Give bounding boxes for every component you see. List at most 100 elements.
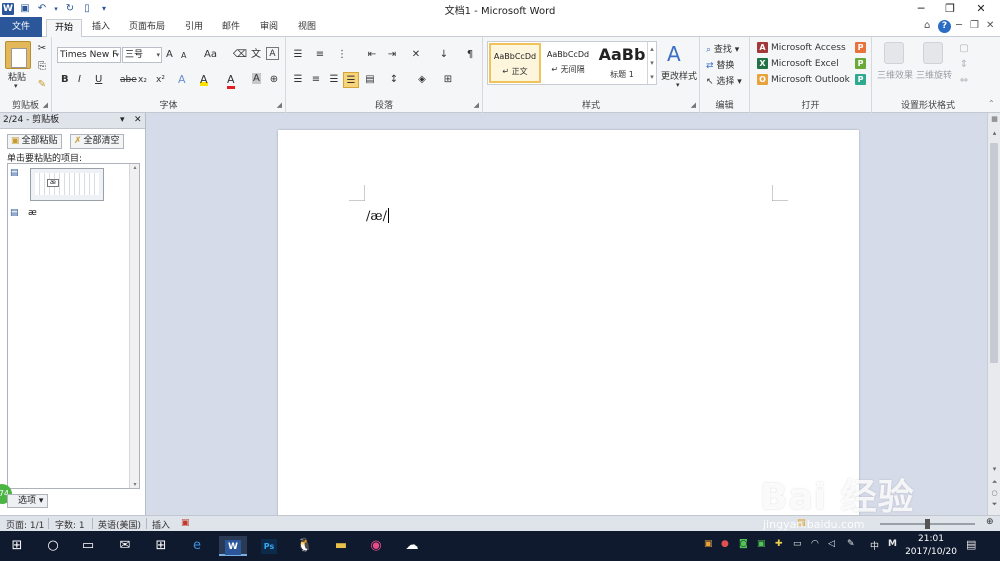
zoom-slider-knob[interactable] [925, 519, 930, 529]
ribbon-close-icon[interactable]: ✕ [986, 20, 994, 31]
tab-review[interactable]: 审阅 [252, 19, 286, 37]
tab-insert[interactable]: 插入 [84, 19, 118, 37]
insert-mode[interactable]: 插入 [152, 518, 170, 531]
justify-icon[interactable]: ☰ [343, 72, 359, 88]
shading-icon[interactable]: ◈ [414, 72, 430, 88]
pane-close-icon[interactable]: ✕ [134, 113, 142, 128]
paste-dropdown-icon[interactable]: ▾ [14, 82, 18, 90]
cloud-app-icon[interactable]: ☁ [401, 536, 423, 556]
bold-button[interactable]: B [61, 74, 69, 85]
find-button[interactable]: ⌕ 查找 ▾ [706, 42, 739, 55]
network-icon[interactable]: ◠ [811, 539, 819, 549]
minimize-button[interactable]: ─ [906, 0, 936, 17]
ribbon-minimize-icon[interactable]: ─ [956, 20, 962, 31]
start-icon[interactable]: ⊞ [6, 536, 28, 556]
document-page[interactable]: /æ/ [278, 130, 859, 520]
battery-icon[interactable]: ▭ [793, 539, 802, 549]
align-left-icon[interactable]: ☰ [290, 72, 306, 88]
edge-icon[interactable]: e [186, 536, 208, 556]
restore-button[interactable]: ❐ [935, 0, 965, 17]
align-center-icon[interactable]: ≡ [308, 72, 324, 88]
next-page-icon[interactable]: ⏷ [988, 500, 1000, 509]
ruler-toggle-icon[interactable]: ▦ [988, 115, 1000, 123]
tray-app-icon[interactable]: ✚ [775, 539, 783, 549]
ribbon-restore-icon[interactable]: ❐ [970, 20, 979, 31]
open-outlook-link[interactable]: O Microsoft Outlook [757, 74, 850, 85]
scroll-up-icon[interactable]: ▴ [988, 129, 1000, 137]
bullets-icon[interactable]: ☰ [290, 47, 306, 63]
3d-rotation-button[interactable]: 三维旋转 [916, 68, 952, 81]
tray-app-icon[interactable]: ▣ [757, 539, 766, 549]
tray-app-icon[interactable]: ● [721, 539, 729, 549]
text-effects-button[interactable]: A [178, 73, 186, 86]
decrease-indent-icon[interactable]: ⇤ [364, 47, 380, 63]
shrink-font-button[interactable]: A [181, 51, 186, 60]
underline-button[interactable]: U [95, 74, 102, 85]
tilt-up-icon[interactable]: ⇕ [956, 57, 972, 73]
qq-icon[interactable]: 🐧 [294, 536, 316, 556]
cut-icon[interactable]: ✂ [34, 41, 50, 57]
char-border-icon[interactable]: A [266, 47, 279, 60]
language-indicator[interactable]: 英语(美国) [98, 518, 141, 531]
word-count[interactable]: 字数: 1 [55, 518, 85, 531]
word-taskbar-icon[interactable]: W [219, 536, 247, 556]
font-color-button[interactable]: A [227, 73, 235, 89]
clear-all-button[interactable]: ✗ 全部清空 [70, 134, 124, 149]
zoom-in-icon[interactable]: ⊕ [986, 517, 994, 527]
style-normal[interactable]: AaBbCcDd ↵ 正文 [489, 43, 541, 83]
pane-options-chevron-icon[interactable]: ▾ [120, 113, 125, 128]
change-case-button[interactable]: Aa [204, 49, 217, 60]
font-name-select[interactable]: Times New F ▾ [57, 47, 121, 63]
scroll-thumb[interactable] [990, 143, 998, 363]
tab-home[interactable]: 开始 [46, 19, 83, 37]
volume-icon[interactable]: ◁ [828, 539, 835, 549]
paragraph-launcher-icon[interactable]: ◢ [474, 101, 479, 109]
open-excel-link[interactable]: X Microsoft Excel [757, 58, 839, 69]
document-body-text[interactable]: /æ/ [366, 208, 389, 224]
clipboard-launcher-icon[interactable]: ◢ [43, 101, 48, 109]
scroll-up-icon[interactable]: ▴ [130, 164, 140, 171]
grow-font-button[interactable]: A [166, 49, 173, 60]
clipboard-item-image[interactable]: æ [30, 168, 104, 201]
replace-button[interactable]: ⇄ 替换 [706, 58, 734, 71]
char-shading-button[interactable]: A [252, 73, 261, 84]
tilt-icon[interactable]: ▢ [956, 41, 972, 57]
system-clock[interactable]: 21:01 2017/10/20 [905, 533, 957, 559]
select-button[interactable]: ↖ 选择 ▾ [706, 74, 742, 87]
pane-options-button[interactable]: 选项 ▾ [7, 494, 49, 508]
tag-p-icon[interactable]: P [855, 42, 866, 53]
distributed-icon[interactable]: ▤ [362, 72, 378, 88]
enclose-char-icon[interactable]: ⊕ [266, 72, 282, 88]
paste-icon[interactable] [5, 41, 31, 69]
multilevel-list-icon[interactable]: ⋮ [334, 47, 350, 63]
subscript-button[interactable]: x₂ [138, 75, 147, 85]
collapse-ribbon-icon[interactable]: ⌂ [924, 20, 930, 31]
close-button[interactable]: ✕ [966, 0, 996, 17]
numbering-icon[interactable]: ≡ [312, 47, 328, 63]
wechat-icon[interactable]: ◙ [739, 539, 748, 549]
format-painter-icon[interactable]: ✎ [34, 77, 50, 93]
italic-button[interactable]: I [78, 74, 81, 85]
chrome-like-icon[interactable]: ◉ [365, 536, 387, 556]
tab-references[interactable]: 引用 [177, 19, 211, 37]
notifications-icon[interactable]: ▤ [966, 538, 976, 551]
clear-format-icon[interactable]: ⌫ [232, 47, 248, 63]
file-explorer-icon[interactable]: ▬ [330, 536, 352, 556]
superscript-button[interactable]: x² [156, 75, 165, 85]
styles-scroll[interactable]: ▴ ▾ ▾ [647, 42, 656, 84]
tab-file[interactable]: 文件 [0, 17, 42, 37]
store-icon[interactable]: ⊞ [150, 536, 172, 556]
browse-object-icon[interactable]: ○ [988, 489, 1000, 497]
borders-icon[interactable]: ⊞ [440, 72, 456, 88]
align-right-icon[interactable]: ☰ [326, 72, 342, 88]
mail-icon[interactable]: ✉ [114, 536, 136, 556]
tab-view[interactable]: 视图 [290, 19, 324, 37]
clipboard-item-text[interactable]: æ [28, 208, 37, 218]
clipboard-list-scrollbar[interactable]: ▴ ▾ [129, 164, 139, 488]
tray-app-icon[interactable]: ▣ [704, 539, 713, 549]
page-count[interactable]: 页面: 1/1 [6, 518, 44, 531]
scroll-down-icon[interactable]: ▾ [988, 465, 1000, 473]
ime-mode-indicator[interactable]: M [888, 539, 897, 549]
strikethrough-button[interactable]: abe [120, 75, 137, 85]
highlight-button[interactable]: A [200, 73, 208, 86]
